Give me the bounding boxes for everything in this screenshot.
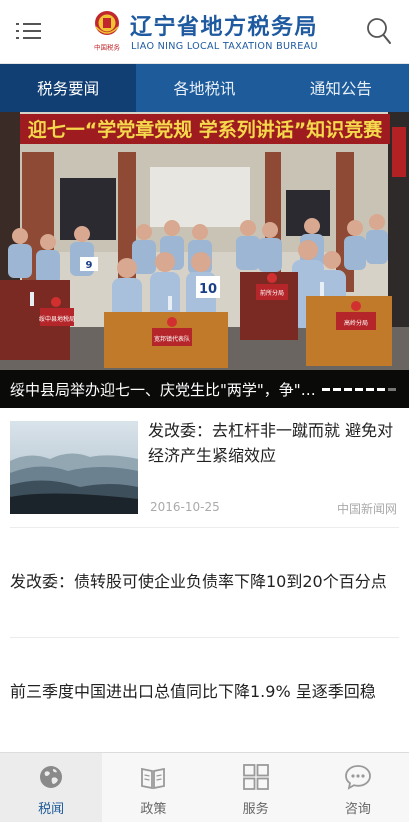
hero-carousel[interactable]: 迎七一“学党章党规 学系列讲话”知识竞赛 绥中县地税局 前所分局 宽邦镇代表队 … <box>0 112 409 408</box>
hero-caption-bar: 绥中县局举办迎七一、庆党生比"两学"，争"一... <box>0 370 409 408</box>
news-title[interactable]: 发改委：债转股可使企业负债率下降10到20个百分点 <box>10 570 402 594</box>
carousel-dot[interactable] <box>322 388 330 391</box>
svg-text:高岭分局: 高岭分局 <box>344 319 368 327</box>
news-list-item[interactable]: 发改委：债转股可使企业负债率下降10到20个百分点 <box>0 528 409 638</box>
carousel-dot[interactable] <box>377 388 385 391</box>
nav-label: 服务 <box>242 802 269 817</box>
news-list-item[interactable]: 发改委：去杠杆非一蹴而就 避免对经济产生紧缩效应 2016-10-25 中国新闻… <box>0 408 409 528</box>
nav-policy[interactable]: 政策 <box>102 753 204 822</box>
nav-tax-news[interactable]: 税闻 <box>0 753 103 822</box>
book-icon <box>141 767 166 790</box>
nav-label: 政策 <box>140 802 167 817</box>
carousel-dot[interactable] <box>344 388 352 391</box>
news-thumbnail <box>10 421 138 514</box>
search-icon[interactable] <box>366 16 392 46</box>
svg-text:绥中县地税局: 绥中县地税局 <box>39 315 75 323</box>
svg-text:10: 10 <box>199 282 217 297</box>
tab-local-news[interactable]: 各地税讯 <box>136 64 272 112</box>
app-subtitle: LIAO NING LOCAL TAXATION BUREAU <box>131 41 318 52</box>
hero-banner-text: 迎七一“学党章党规 学系列讲话”知识竞赛 <box>28 118 384 141</box>
news-title[interactable]: 前三季度中国进出口总值同比下降1.9% 呈逐季回稳 <box>10 680 402 704</box>
news-list-item[interactable]: 前三季度中国进出口总值同比下降1.9% 呈逐季回稳 <box>0 638 409 748</box>
news-date: 2016-10-25 <box>150 500 220 514</box>
menu-icon[interactable] <box>16 19 42 43</box>
carousel-indicators <box>322 388 396 391</box>
carousel-dot[interactable] <box>366 388 374 391</box>
svg-text:9: 9 <box>86 260 93 271</box>
carousel-dot[interactable] <box>388 388 396 391</box>
bottom-navigation: 税闻 政策 服务 咨询 <box>0 752 409 822</box>
nav-label: 咨询 <box>344 802 371 817</box>
news-title[interactable]: 发改委：去杠杆非一蹴而就 避免对经济产生紧缩效应 <box>148 418 400 468</box>
chat-bubble-icon <box>344 765 371 790</box>
app-header: 中国税务 辽宁省地方税务局 LIAO NING LOCAL TAXATION B… <box>0 0 409 64</box>
news-source: 中国新闻网 <box>336 502 397 516</box>
nav-label: 税闻 <box>38 802 65 817</box>
nav-consult[interactable]: 咨询 <box>307 753 409 822</box>
hero-photo: 迎七一“学党章党规 学系列讲话”知识竞赛 绥中县地税局 前所分局 宽邦镇代表队 … <box>0 112 409 408</box>
carousel-dot[interactable] <box>333 388 341 391</box>
category-tabs: 税务要闻 各地税讯 通知公告 <box>0 64 409 112</box>
tab-tax-news[interactable]: 税务要闻 <box>0 64 137 112</box>
nav-services[interactable]: 服务 <box>205 753 307 822</box>
svg-text:前所分局: 前所分局 <box>260 289 284 297</box>
hero-caption[interactable]: 绥中县局举办迎七一、庆党生比"两学"，争"一... <box>10 379 320 400</box>
emblem-text: 中国税务 <box>94 43 121 52</box>
svg-text:宽邦镇代表队: 宽邦镇代表队 <box>154 335 190 343</box>
grid-icon <box>242 764 269 790</box>
carousel-dot[interactable] <box>355 388 363 391</box>
app-title: 辽宁省地方税务局 <box>130 15 319 40</box>
tab-notices[interactable]: 通知公告 <box>273 64 409 112</box>
tax-emblem-icon: 中国税务 <box>94 11 121 52</box>
globe-icon <box>40 766 63 788</box>
